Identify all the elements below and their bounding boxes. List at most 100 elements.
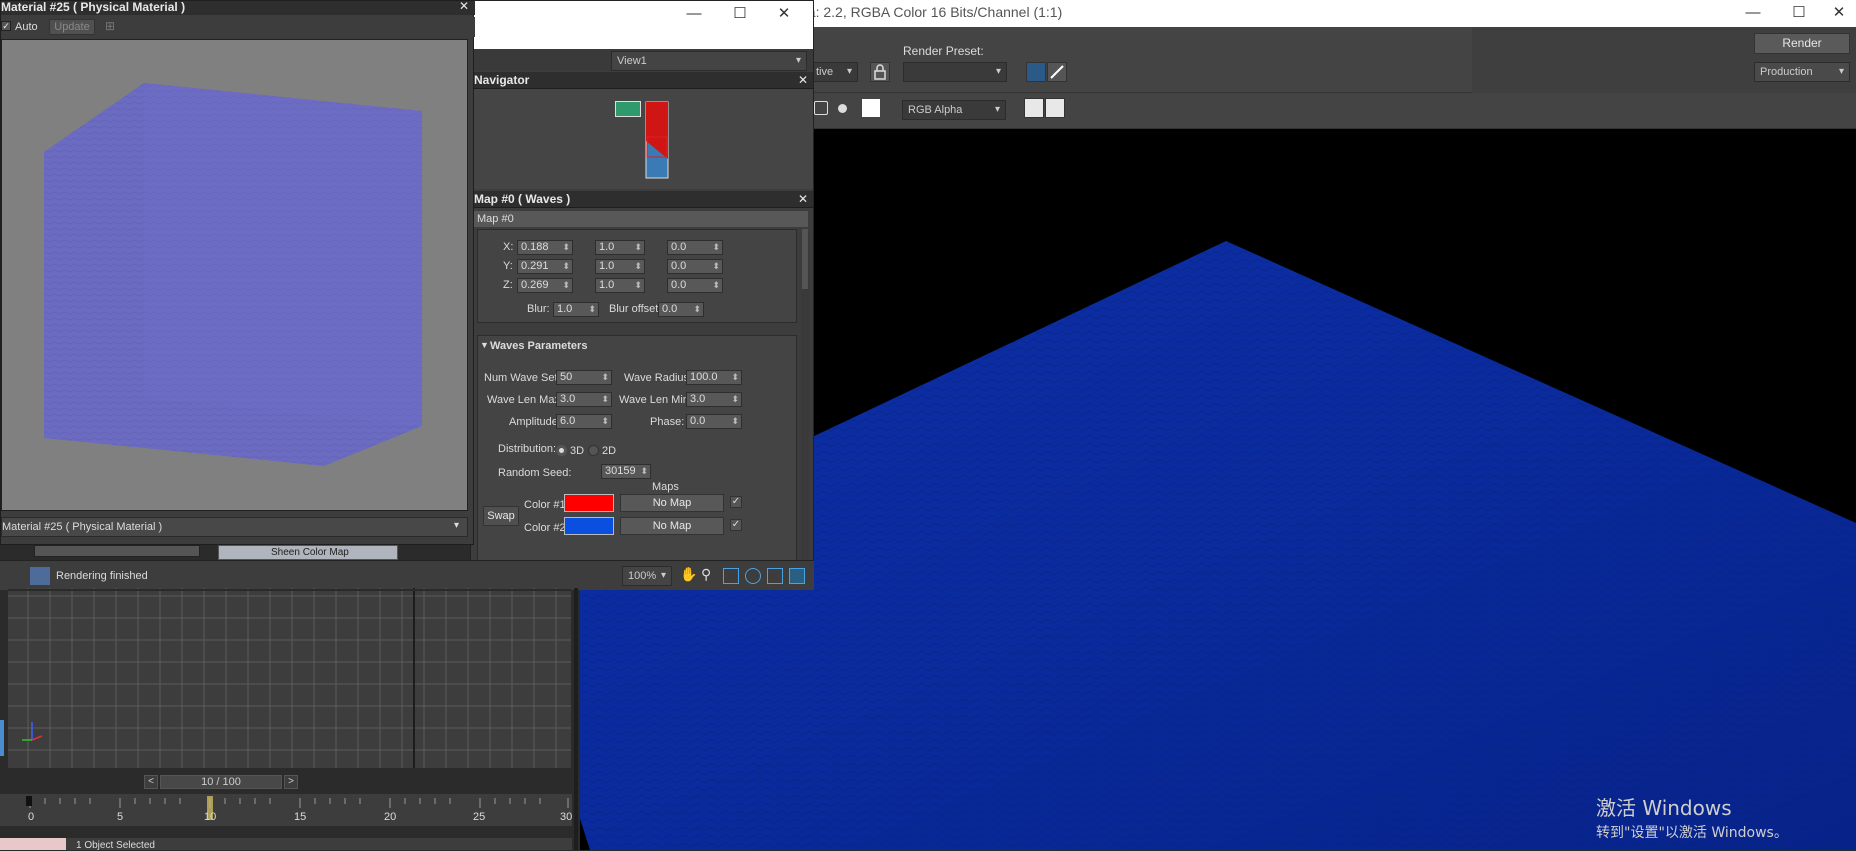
angle-z-spinner[interactable]: 0.0: [667, 278, 723, 293]
waves-header[interactable]: Waves Parameters: [490, 340, 587, 352]
rollout-collapse-icon[interactable]: ▼: [480, 340, 489, 350]
color1-swatch[interactable]: [564, 494, 614, 512]
update-button[interactable]: Update: [49, 19, 95, 35]
tick-15: 15: [294, 811, 307, 823]
activation-watermark-subtitle: 转到"设置"以激活 Windows。: [1596, 825, 1788, 841]
pan-hand-icon[interactable]: ✋: [680, 566, 697, 583]
swap-button[interactable]: Swap: [483, 506, 519, 526]
clone-window-icon[interactable]: [1045, 98, 1065, 118]
blur-offset-spinner[interactable]: 0.0: [658, 302, 704, 317]
color2-map-checkbox[interactable]: ✓: [730, 519, 742, 531]
tick-25: 25: [473, 811, 486, 823]
selection-status: 1 Object Selected: [76, 840, 155, 851]
navigator-close-icon[interactable]: ✕: [798, 72, 808, 89]
production-dropdown[interactable]: Production: [1754, 62, 1850, 82]
distribution-2d-radio[interactable]: [588, 445, 599, 456]
coordinates-rollout: X: 0.188 1.0 0.0 Y: 0.291 1.0 0.0 Z: 0.2…: [477, 229, 797, 323]
zoom-region-icon[interactable]: [723, 568, 739, 584]
zoom-all-icon[interactable]: [767, 568, 783, 584]
status-bar: Rendering finished 100% ✋ ⚲: [0, 560, 814, 590]
wave-len-max-spinner[interactable]: 3.0: [556, 392, 612, 407]
node-slot[interactable]: [34, 545, 200, 557]
phase-spinner[interactable]: 0.0: [686, 414, 742, 429]
tick-5: 5: [117, 811, 124, 823]
map-name-field[interactable]: Map #0: [474, 211, 808, 227]
wave-len-min-spinner[interactable]: 3.0: [686, 392, 742, 407]
color2-swatch[interactable]: [564, 517, 614, 535]
viewport-divider[interactable]: [574, 588, 578, 850]
navigator-view[interactable]: [471, 89, 813, 189]
tiling-z-spinner[interactable]: 1.0: [595, 278, 645, 293]
activation-watermark-title: 激活 Windows: [1596, 796, 1732, 820]
color1-map-checkbox[interactable]: ✓: [730, 496, 742, 508]
zoom-fit-icon[interactable]: [789, 568, 805, 584]
map-panel-scrollbar[interactable]: [801, 229, 809, 561]
save-image-icon[interactable]: [1024, 98, 1044, 118]
zoom-extents-icon[interactable]: [745, 568, 761, 584]
render-setup-icon[interactable]: [1026, 62, 1046, 82]
time-slider-row: < 10 / 100 >: [0, 772, 572, 792]
blur-spinner[interactable]: 1.0: [553, 302, 599, 317]
material-title: Material #25 ( Physical Material ): [1, 0, 186, 14]
tick-20: 20: [384, 811, 397, 823]
angle-x-spinner[interactable]: 0.0: [667, 240, 723, 255]
offset-y-spinner[interactable]: 0.291: [517, 259, 573, 274]
swatch-white[interactable]: [862, 99, 880, 117]
minimize-button[interactable]: —: [1730, 0, 1776, 27]
render-preset-dropdown[interactable]: [903, 62, 1007, 82]
close-button[interactable]: ✕: [1816, 0, 1856, 27]
lock-icon[interactable]: [870, 62, 890, 82]
map-header: Map #0 ( Waves ) ✕: [471, 191, 813, 208]
sheen-color-map-node[interactable]: Sheen Color Map: [218, 545, 398, 560]
render-button[interactable]: Render: [1754, 33, 1850, 54]
color1-map-button[interactable]: No Map: [620, 494, 724, 512]
angle-y-spinner[interactable]: 0.0: [667, 259, 723, 274]
render-preset-label: Render Preset:: [903, 44, 984, 58]
tiling-y-spinner[interactable]: 1.0: [595, 259, 645, 274]
material-preview[interactable]: [1, 39, 468, 511]
mono-channel-icon[interactable]: [838, 104, 847, 113]
map-close-icon[interactable]: ✕: [798, 191, 808, 208]
prev-frame-button[interactable]: <: [144, 775, 158, 789]
tick-10: 10: [204, 811, 217, 823]
material-close-icon[interactable]: ✕: [459, 0, 469, 12]
prompt-line: 1 Object Selected: [0, 838, 572, 851]
offset-z-spinner[interactable]: 0.269: [517, 278, 573, 293]
auto-checkbox[interactable]: ✓: [1, 21, 11, 31]
map-maximize-button[interactable]: ☐: [717, 1, 763, 28]
map-window-titlebar: — ☐ ✕: [471, 1, 813, 49]
perspective-grid[interactable]: [8, 588, 571, 768]
zoom-dropdown[interactable]: 100%: [622, 566, 672, 586]
alpha-channel-icon[interactable]: [814, 101, 828, 115]
material-selector-dropdown[interactable]: Material #25 ( Physical Material ) ▾: [1, 517, 468, 537]
navigator-title: Navigator: [474, 73, 530, 87]
map-close-button[interactable]: ✕: [761, 1, 807, 28]
environment-icon[interactable]: [1047, 62, 1067, 82]
tick-0: 0: [28, 811, 35, 823]
time-slider[interactable]: 10 / 100: [160, 775, 282, 789]
pin-icon[interactable]: ⊞: [105, 19, 115, 33]
maxscript-listener[interactable]: [0, 838, 66, 850]
channel-dropdown[interactable]: RGB Alpha: [902, 100, 1006, 120]
teapot-icon: [30, 567, 50, 585]
frame-buffer-title: ha: 2.2, RGBA Color 16 Bits/Channel (1:1…: [800, 4, 1063, 20]
material-window: Material #25 ( Physical Material ) ✕ ✓ A…: [0, 0, 475, 545]
waves-parameters-rollout: ▼ Waves Parameters Num Wave Sets: 50 Wav…: [477, 335, 797, 561]
num-wave-sets-spinner[interactable]: 50: [556, 370, 612, 385]
zoom-icon[interactable]: ⚲: [701, 566, 711, 583]
next-frame-button[interactable]: >: [284, 775, 298, 789]
navigator-node-thumbnail[interactable]: [615, 101, 641, 117]
area-to-render-dropdown[interactable]: tive: [810, 62, 858, 82]
distribution-3d-radio[interactable]: [556, 445, 567, 456]
map-minimize-button[interactable]: —: [671, 1, 717, 28]
offset-x-spinner[interactable]: 0.188: [517, 240, 573, 255]
tiling-x-spinner[interactable]: 1.0: [595, 240, 645, 255]
axis-gizmo-icon: [22, 722, 43, 741]
wave-radius-spinner[interactable]: 100.0: [686, 370, 742, 385]
tick-30: 30: [560, 811, 573, 823]
track-bar[interactable]: 0 5 10 15 20 25 30: [0, 794, 572, 826]
amplitude-spinner[interactable]: 6.0: [556, 414, 612, 429]
view-dropdown[interactable]: View1: [611, 51, 807, 71]
random-seed-spinner[interactable]: 30159: [601, 464, 651, 479]
color2-map-button[interactable]: No Map: [620, 517, 724, 535]
